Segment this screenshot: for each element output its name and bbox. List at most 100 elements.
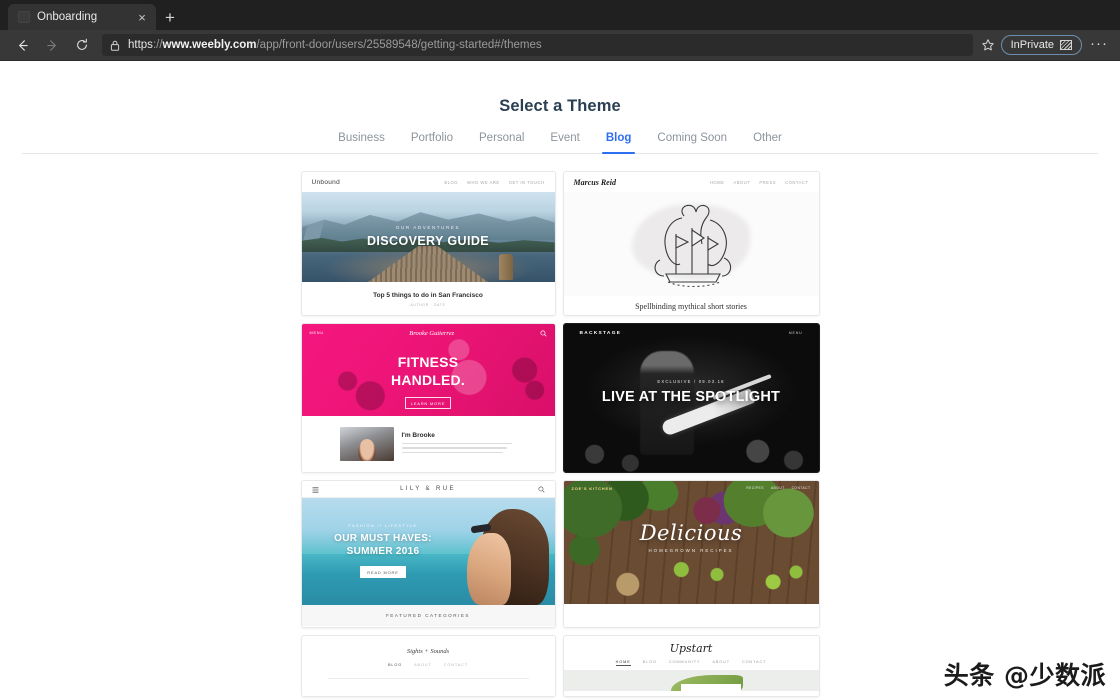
url-host: www.weebly.com bbox=[162, 39, 257, 51]
theme-hero: MENU Brooke Gutierrez FITNESS HANDLED. L… bbox=[301, 324, 555, 416]
browser-window: Onboarding × + https://www.weebly.com/ap… bbox=[0, 0, 1120, 700]
hero-cta-button: LEARN MORE bbox=[405, 397, 451, 409]
theme-grid: Unbound BLOG WHO WE ARE GET IN TOUCH OUR… bbox=[0, 154, 1120, 697]
back-button[interactable] bbox=[8, 32, 36, 58]
theme-post-preview: Top 5 things to do in San Francisco AUTH… bbox=[301, 282, 555, 315]
theme-bio-section: I'm Brooke bbox=[302, 416, 555, 472]
hero-title: DISCOVERY GUIDE bbox=[367, 234, 489, 248]
tab-title: Onboarding bbox=[37, 11, 98, 23]
hamburger-icon bbox=[312, 481, 319, 498]
theme-nav-link: MENU bbox=[788, 331, 803, 335]
theme-card-delicious[interactable]: ZOE'S KITCHEN RECIPES ABOUT CONTACT Deli… bbox=[562, 480, 820, 628]
theme-nav-link: COMMUNITY bbox=[668, 660, 701, 664]
menu-label: MENU bbox=[309, 331, 324, 335]
hero-title-line1: OUR MUST HAVES: bbox=[334, 533, 432, 544]
theme-nav: ZOE'S KITCHEN RECIPES ABOUT CONTACT bbox=[564, 481, 819, 495]
tab-portfolio[interactable]: Portfolio bbox=[411, 132, 453, 153]
favorite-star-icon[interactable] bbox=[981, 38, 995, 52]
page-favicon-icon bbox=[18, 11, 30, 23]
inprivate-icon bbox=[1060, 40, 1072, 50]
hero-card-shape bbox=[680, 684, 741, 691]
theme-brand: BACKSTAGE bbox=[579, 330, 622, 336]
tab-personal[interactable]: Personal bbox=[479, 132, 524, 153]
tab-business[interactable]: Business bbox=[338, 132, 385, 153]
bio-title: I'm Brooke bbox=[401, 431, 435, 439]
forward-button[interactable] bbox=[38, 32, 66, 58]
tab-event[interactable]: Event bbox=[550, 132, 579, 153]
toolbar-actions: InPrivate ··· bbox=[981, 35, 1112, 56]
theme-brand: LILY & RUE bbox=[400, 486, 456, 492]
theme-nav-link: ABOUT bbox=[770, 486, 785, 490]
tab-blog[interactable]: Blog bbox=[601, 132, 635, 154]
face-shape bbox=[358, 438, 375, 461]
hero-label: OUR ADVENTURES bbox=[395, 225, 461, 230]
watermark: 头条 @少数派 bbox=[943, 661, 1106, 690]
theme-nav-link: WHO WE ARE bbox=[467, 179, 500, 185]
hero-label: FASHION // LIFESTYLE bbox=[348, 524, 418, 528]
theme-hero: FASHION // LIFESTYLE OUR MUST HAVES: SUM… bbox=[301, 498, 555, 605]
theme-brand: Brooke Gutierrez bbox=[409, 329, 455, 337]
theme-card-sights-and-sounds[interactable]: Sights + Sounds BLOG ABOUT CONTACT bbox=[300, 635, 556, 697]
browser-tab-onboarding[interactable]: Onboarding × bbox=[8, 4, 156, 30]
bio-line bbox=[401, 442, 512, 445]
tab-strip: Onboarding × + bbox=[0, 0, 1120, 30]
theme-nav-links: BLOG ABOUT CONTACT bbox=[302, 663, 555, 667]
search-icon bbox=[537, 481, 545, 498]
theme-nav-link: PRESS bbox=[759, 179, 777, 185]
theme-card-backstage[interactable]: BACKSTAGE MENU EXCLUSIVE / 09.03.16 LIVE… bbox=[562, 323, 820, 473]
page-title: Select a Theme bbox=[499, 97, 621, 115]
post-title: Top 5 things to do in San Francisco bbox=[373, 291, 483, 299]
close-icon[interactable]: × bbox=[134, 11, 150, 24]
theme-nav-link: ABOUT bbox=[733, 179, 751, 185]
theme-nav-link: BLOG bbox=[444, 179, 459, 185]
theme-nav-link: BLOG bbox=[387, 663, 403, 667]
browser-toolbar: https://www.weebly.com/app/front-door/us… bbox=[0, 30, 1120, 61]
url-path: /app/front-door/users/25589548/getting-s… bbox=[256, 39, 542, 51]
theme-card-marcus-reid[interactable]: Marcus Reid HOME ABOUT PRESS CONTACT Spe… bbox=[562, 171, 820, 316]
inprivate-label: InPrivate bbox=[1010, 39, 1054, 51]
hero-title-line1: FITNESS bbox=[397, 354, 459, 370]
theme-card-lily-and-rue[interactable]: LILY & RUE FASHION // LIFESTYLE OUR MUST… bbox=[300, 480, 556, 628]
theme-nav-links: RECIPES ABOUT CONTACT bbox=[746, 486, 810, 490]
post-shape bbox=[498, 254, 513, 280]
inprivate-badge[interactable]: InPrivate bbox=[1000, 35, 1082, 55]
tab-coming-soon[interactable]: Coming Soon bbox=[657, 132, 727, 153]
page-content: Select a Theme Business Portfolio Person… bbox=[0, 61, 1120, 700]
theme-card-brooke[interactable]: MENU Brooke Gutierrez FITNESS HANDLED. L… bbox=[300, 323, 556, 473]
theme-footer-section bbox=[563, 604, 819, 627]
theme-nav-link: GET IN TOUCH bbox=[508, 179, 545, 185]
theme-nav-links: BLOG WHO WE ARE GET IN TOUCH bbox=[444, 180, 544, 185]
theme-card-upstart[interactable]: Upstart HOME BLOG COMMUNITY ABOUT CONTAC… bbox=[562, 635, 820, 697]
new-tab-button[interactable]: + bbox=[156, 4, 184, 30]
hero-text: OUR ADVENTURES DISCOVERY GUIDE bbox=[302, 225, 555, 248]
theme-nav: Unbound BLOG WHO WE ARE GET IN TOUCH bbox=[301, 172, 555, 192]
url-scheme: https bbox=[128, 39, 153, 51]
theme-nav-links: HOME BLOG COMMUNITY ABOUT CONTACT bbox=[563, 660, 819, 671]
theme-nav-link: CONTACT bbox=[785, 179, 809, 185]
skin-shape bbox=[466, 533, 511, 605]
theme-caption: Spellbinding mythical short stories bbox=[635, 301, 747, 311]
theme-nav: LILY & RUE bbox=[301, 481, 555, 498]
hero-subtitle: HOMEGROWN RECIPES bbox=[648, 548, 734, 553]
theme-nav-link: RECIPES bbox=[746, 486, 764, 490]
hero-title: LIVE AT THE SPOTLIGHT bbox=[601, 389, 781, 405]
theme-nav: Marcus Reid HOME ABOUT PRESS CONTACT bbox=[563, 172, 819, 192]
tab-other[interactable]: Other bbox=[753, 132, 782, 153]
portrait-photo bbox=[339, 427, 394, 461]
theme-hero: BACKSTAGE MENU EXCLUSIVE / 09.03.16 LIVE… bbox=[563, 324, 819, 472]
search-icon bbox=[539, 324, 547, 342]
theme-nav-link: HOME bbox=[615, 660, 631, 666]
url-text: https://www.weebly.com/app/front-door/us… bbox=[128, 39, 542, 51]
theme-hero bbox=[563, 671, 819, 691]
bio-line bbox=[401, 451, 503, 454]
theme-caption-area: Spellbinding mythical short stories bbox=[563, 296, 819, 315]
address-bar[interactable]: https://www.weebly.com/app/front-door/us… bbox=[102, 34, 973, 56]
bio-text: I'm Brooke bbox=[401, 431, 517, 457]
more-options-icon[interactable]: ··· bbox=[1088, 35, 1112, 56]
theme-nav-link: CONTACT bbox=[741, 660, 767, 664]
theme-hero: OUR ADVENTURES DISCOVERY GUIDE bbox=[301, 192, 555, 282]
theme-card-unbound[interactable]: Unbound BLOG WHO WE ARE GET IN TOUCH OUR… bbox=[300, 171, 556, 316]
reload-button[interactable] bbox=[68, 32, 96, 58]
theme-nav-link: CONTACT bbox=[443, 663, 469, 667]
hero-text: FASHION // LIFESTYLE OUR MUST HAVES: SUM… bbox=[308, 524, 459, 578]
